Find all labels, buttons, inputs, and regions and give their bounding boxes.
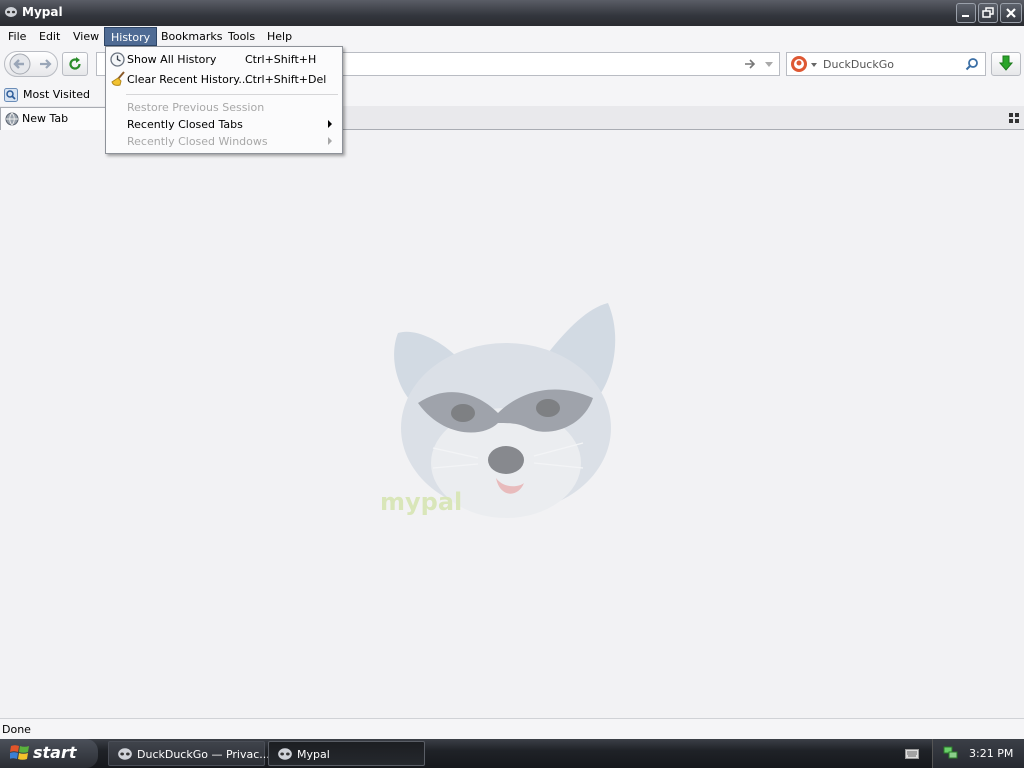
menu-item-label: Recently Closed Tabs [127,118,243,131]
menu-item-shortcut: Ctrl+Shift+Del [245,73,327,86]
globe-icon [5,112,19,126]
mypal-raccoon-logo: mypal [380,303,616,518]
restore-icon [982,7,994,18]
history-menu: Show All History Ctrl+Shift+H Clear Rece… [105,46,343,154]
mypal-app-icon [5,7,17,17]
mypal-logo-text: mypal [380,488,462,516]
taskbar-task-duckduckgo[interactable]: DuckDuckGo — Privac... [108,741,270,766]
menu-view[interactable]: View [67,27,105,46]
menu-edit[interactable]: Edit [33,27,66,46]
menu-separator [126,94,338,95]
menu-item-label: Clear Recent History... [127,73,249,86]
minimize-button[interactable] [956,3,976,23]
status-bar: Done [0,718,1024,739]
url-dropdown-icon[interactable] [763,58,775,70]
broom-icon [111,71,125,86]
close-icon [1006,8,1016,18]
start-label: start [33,743,77,762]
list-all-tabs-icon[interactable] [1009,113,1019,123]
back-arrow-icon[interactable] [9,53,31,75]
title-bar: Mypal [0,0,1024,26]
keyboard-icon[interactable] [905,749,919,759]
duckduckgo-icon[interactable] [790,55,808,73]
search-input[interactable]: DuckDuckGo [823,58,894,71]
forward-arrow-icon[interactable] [37,56,53,72]
submenu-arrow-icon [328,120,332,128]
most-visited-icon [4,88,18,102]
menu-item-show-all-history[interactable]: Show All History Ctrl+Shift+H [108,50,340,69]
mypal-app-icon [118,748,132,760]
restore-button[interactable] [978,3,998,23]
status-text: Done [2,723,31,736]
task-label: Mypal [297,748,330,761]
search-bar[interactable]: DuckDuckGo [786,52,986,76]
menu-bar: File Edit View History Bookmarks Tools H… [0,26,1024,47]
downloads-button[interactable] [991,52,1021,76]
menu-help[interactable]: Help [261,27,298,46]
submenu-arrow-icon [328,137,332,145]
clock-icon [110,52,125,67]
menu-bookmarks[interactable]: Bookmarks [155,27,228,46]
task-label: DuckDuckGo — Privac... [137,748,270,761]
menu-item-label: Recently Closed Windows [127,135,268,148]
menu-file[interactable]: File [2,27,32,46]
menu-item-shortcut: Ctrl+Shift+H [245,53,317,66]
reload-icon [69,57,81,70]
window-title: Mypal [22,5,63,19]
page-content: mypal [0,130,1024,718]
go-arrow-icon[interactable] [743,57,757,71]
network-icon[interactable] [943,746,959,760]
menu-item-label: Restore Previous Session [127,101,265,114]
tab-label: New Tab [22,112,69,125]
clock: 3:21 PM [969,747,1014,760]
taskbar: start DuckDuckGo — Privac... Mypal 3:21 … [0,739,1024,768]
close-button[interactable] [1000,3,1022,23]
minimize-icon [962,15,969,17]
menu-tools[interactable]: Tools [222,27,261,46]
engine-dropdown-icon[interactable] [810,61,818,69]
mypal-app-icon [278,748,292,760]
back-forward-group [4,51,58,77]
taskbar-task-mypal[interactable]: Mypal [268,741,425,766]
bookmark-label: Most Visited [23,88,90,101]
menu-item-label: Show All History [127,53,217,66]
menu-item-clear-recent-history[interactable]: Clear Recent History... Ctrl+Shift+Del [108,70,340,89]
download-arrow-icon [998,55,1014,71]
windows-logo-icon [10,745,29,760]
menu-item-recently-closed-windows: Recently Closed Windows [108,132,340,151]
start-button[interactable]: start [0,739,98,768]
menu-history[interactable]: History [104,27,158,46]
system-tray: 3:21 PM [932,739,1024,768]
tab-new-tab[interactable]: New Tab [0,107,106,130]
search-icon[interactable] [965,57,979,71]
reload-button[interactable] [62,52,88,76]
